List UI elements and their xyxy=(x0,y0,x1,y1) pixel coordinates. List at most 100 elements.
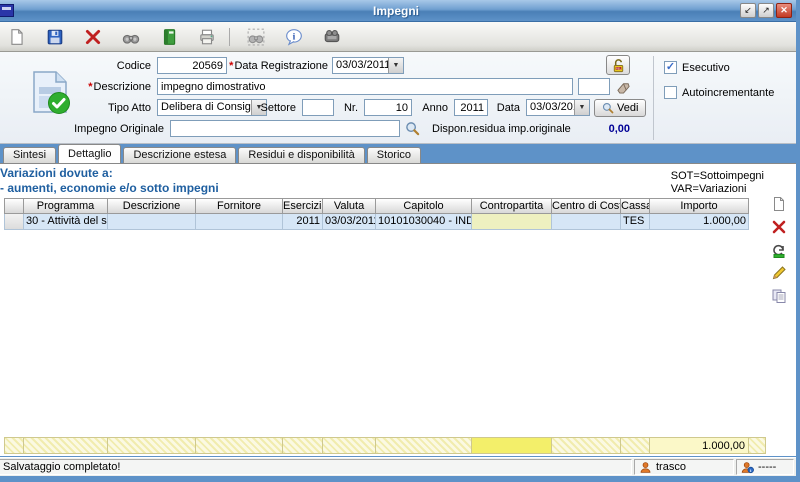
copy-row-icon[interactable] xyxy=(771,288,787,304)
cell-fornitore[interactable] xyxy=(196,214,283,230)
tab-storico[interactable]: Storico xyxy=(367,147,421,163)
title-bar[interactable]: Impegni ↙ ↗ ✕ xyxy=(0,0,796,22)
undo-row-icon[interactable] xyxy=(771,242,787,258)
session-value: ----- xyxy=(758,461,776,473)
row-selector-cell[interactable] xyxy=(4,214,24,230)
data-registrazione-label: *Data Registrazione xyxy=(176,59,328,73)
unlock-button[interactable]: REL xyxy=(606,55,630,75)
magnifier-icon xyxy=(602,102,614,114)
binoculars-icon xyxy=(122,28,140,46)
cell-capitolo[interactable]: 10101030040 - INDEN xyxy=(376,214,472,230)
data-registrazione-input[interactable]: 03/03/2011 ▼ xyxy=(332,57,404,74)
cell-importo[interactable]: 1.000,00 xyxy=(650,214,749,230)
column-header-centro-di-costo[interactable]: Centro di Costo xyxy=(552,198,621,214)
column-header-esercizio[interactable]: Esercizio xyxy=(283,198,323,214)
cell-esercizio[interactable]: 2011 xyxy=(283,214,323,230)
header-form: Codice *Data Registrazione 03/03/2011 ▼ … xyxy=(0,52,796,144)
user-icon xyxy=(639,461,652,474)
delete-row-icon[interactable] xyxy=(771,219,787,235)
dettaglio-panel: Variazioni dovute a: - aumenti, economie… xyxy=(0,163,796,456)
impegno-originale-label: Impegno Originale xyxy=(0,122,164,136)
toolbar-separator xyxy=(229,28,230,46)
descrizione-input[interactable] xyxy=(157,78,573,95)
add-row-icon[interactable] xyxy=(771,196,787,212)
tab-sintesi[interactable]: Sintesi xyxy=(3,147,56,163)
legend-text: SOT=Sottoimpegni VAR=Variazioni xyxy=(671,170,764,196)
clear-button[interactable] xyxy=(614,78,632,95)
search-impegno-button[interactable] xyxy=(403,120,421,137)
edit-row-icon[interactable] xyxy=(771,265,787,281)
binoculars-dashed-icon xyxy=(247,28,265,46)
column-header-descrizione[interactable]: Descrizione xyxy=(108,198,196,214)
column-header-fornitore[interactable]: Fornitore xyxy=(196,198,283,214)
column-header-importo[interactable]: Importo xyxy=(650,198,749,214)
column-header-valuta[interactable]: Valuta xyxy=(323,198,376,214)
cell-cassa[interactable]: TES xyxy=(621,214,650,230)
impegno-originale-input[interactable] xyxy=(170,120,400,137)
dispon-residua-label: Dispon.residua imp.originale xyxy=(432,122,571,136)
user-info-icon: i xyxy=(741,461,754,474)
column-header-selector[interactable] xyxy=(4,198,24,214)
tab-residui-disponibilita[interactable]: Residui e disponibilità xyxy=(238,147,364,163)
session-panel: i ----- xyxy=(736,459,794,475)
nr-input[interactable] xyxy=(364,99,412,116)
row-actions-toolbar xyxy=(768,196,790,304)
search-button[interactable] xyxy=(114,24,148,50)
autoincrementante-label: Autoincrementante xyxy=(682,87,774,99)
info-button[interactable]: i xyxy=(277,24,311,50)
tab-dettaglio[interactable]: Dettaglio xyxy=(58,144,121,163)
codice-label: Codice xyxy=(0,59,151,73)
descrizione-extra-input[interactable] xyxy=(578,78,610,95)
column-header-capitolo[interactable]: Capitolo xyxy=(376,198,472,214)
variazioni-table: Programma 30 - Attività del setto Descri… xyxy=(4,198,749,230)
user-name: trasco xyxy=(656,461,686,473)
maximize-window-button[interactable]: ↗ xyxy=(758,3,774,18)
cell-valuta[interactable]: 03/03/2011 xyxy=(323,214,376,230)
esecutivo-checkbox[interactable]: ✓ xyxy=(664,61,677,74)
save-button[interactable] xyxy=(38,24,72,50)
window-title: Impegni xyxy=(0,4,796,18)
svg-text:i: i xyxy=(293,31,296,42)
new-document-icon xyxy=(8,28,26,46)
settore-label: Settore xyxy=(226,101,296,115)
save-floppy-icon xyxy=(46,28,64,46)
column-header-cassa[interactable]: Cassa xyxy=(621,198,650,214)
calendar-dropdown-icon[interactable]: ▼ xyxy=(574,100,589,115)
restore-window-button[interactable]: ↙ xyxy=(740,3,756,18)
descrizione-label: *Descrizione xyxy=(0,80,151,94)
cell-centro-di-costo[interactable] xyxy=(552,214,621,230)
calendar-dropdown-icon[interactable]: ▼ xyxy=(388,58,403,73)
tab-descrizione-estesa[interactable]: Descrizione estesa xyxy=(123,147,236,163)
svg-text:REL: REL xyxy=(615,66,621,70)
status-message-panel: Salvataggio completato! xyxy=(0,459,632,475)
anno-input[interactable] xyxy=(454,99,488,116)
info-bubble-icon: i xyxy=(285,28,303,46)
column-header-contropartita[interactable]: Contropartita xyxy=(472,198,552,214)
archive-button[interactable] xyxy=(152,24,186,50)
column-header-programma[interactable]: Programma xyxy=(24,198,108,214)
impegni-window: Impegni ↙ ↗ ✕ i xyxy=(0,0,800,482)
new-record-button[interactable] xyxy=(0,24,34,50)
total-importo-cell: 1.000,00 xyxy=(650,437,749,454)
delete-button[interactable] xyxy=(76,24,110,50)
print-button[interactable] xyxy=(190,24,224,50)
autoincrementante-checkbox[interactable] xyxy=(664,86,677,99)
variazioni-heading: Variazioni dovute a: - aumenti, economie… xyxy=(0,166,219,196)
anno-label: Anno xyxy=(408,101,448,115)
total-contropartita-cell xyxy=(472,437,552,454)
nr-label: Nr. xyxy=(316,101,358,115)
open-padlock-icon: REL xyxy=(611,58,626,73)
vedi-button[interactable]: Vedi xyxy=(594,99,646,117)
totals-row: 1.000,00 xyxy=(4,437,766,454)
data-label: Data xyxy=(486,101,520,115)
tipo-atto-label: Tipo Atto xyxy=(0,101,151,115)
cell-contropartita[interactable] xyxy=(472,214,552,230)
tools-button[interactable] xyxy=(315,24,349,50)
cell-programma[interactable]: 30 - Attività del setto xyxy=(24,214,108,230)
status-message: Salvataggio completato! xyxy=(3,461,120,473)
search-disabled-button[interactable] xyxy=(239,24,273,50)
close-window-button[interactable]: ✕ xyxy=(776,3,792,18)
cell-descrizione[interactable] xyxy=(108,214,196,230)
data-atto-input[interactable]: 03/03/2011 ▼ xyxy=(526,99,590,116)
magnifier-icon xyxy=(405,121,420,136)
